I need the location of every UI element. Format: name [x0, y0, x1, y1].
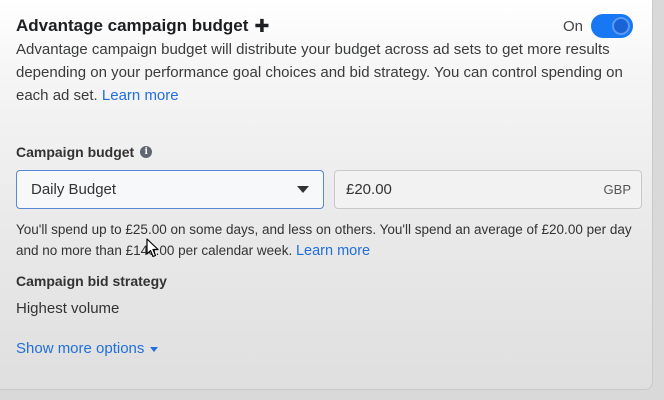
advantage-toggle-wrapper: On — [563, 14, 633, 38]
sparkle-plus-icon: ✚ — [254, 16, 270, 36]
budget-amount-value: £20.00 — [346, 181, 392, 198]
bid-strategy-value: Highest volume — [16, 300, 120, 317]
campaign-budget-label: Campaign budget i — [16, 144, 153, 160]
campaign-budget-label-text: Campaign budget — [16, 144, 135, 160]
advantage-toggle[interactable] — [591, 14, 633, 38]
info-icon[interactable]: i — [140, 146, 153, 158]
spend-learn-more-link[interactable]: Learn more — [296, 243, 370, 259]
advantage-campaign-budget-panel: Advantage campaign budget ✚ On Advantage… — [0, 0, 653, 390]
learn-more-link[interactable]: Learn more — [102, 87, 179, 104]
caret-down-icon — [297, 186, 309, 193]
bid-strategy-label: Campaign bid strategy — [16, 273, 167, 289]
show-more-options-link[interactable]: Show more options — [16, 340, 159, 357]
mouse-cursor-icon — [146, 238, 159, 258]
budget-type-select[interactable]: Daily Budget — [16, 170, 324, 209]
section-title-text: Advantage campaign budget — [16, 16, 249, 35]
chevron-down-icon — [150, 347, 159, 352]
section-title: Advantage campaign budget ✚ — [16, 16, 269, 36]
show-more-options-text: Show more options — [16, 340, 145, 357]
advantage-description: Advantage campaign budget will distribut… — [16, 38, 626, 107]
budget-amount-input[interactable]: £20.00 GBP — [334, 170, 642, 209]
budget-type-value: Daily Budget — [31, 181, 117, 198]
toggle-knob — [612, 17, 630, 35]
spend-note: You'll spend up to £25.00 on some days, … — [16, 219, 636, 262]
currency-label: GBP — [603, 182, 631, 197]
toggle-label: On — [562, 17, 583, 35]
